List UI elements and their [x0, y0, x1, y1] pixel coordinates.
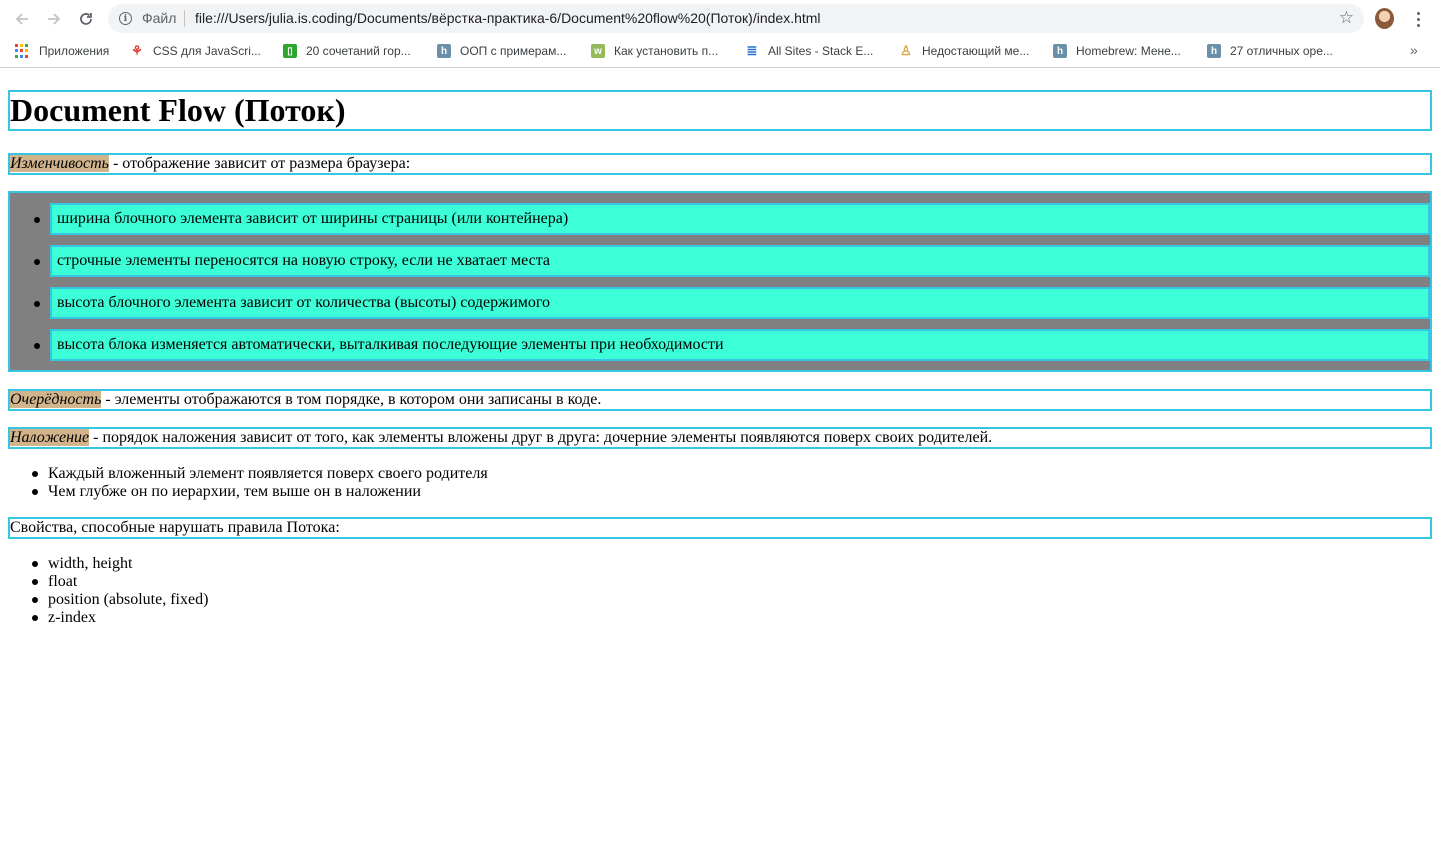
- homebrew-icon: ♙: [900, 43, 912, 58]
- bookmark-label: All Sites - Stack E...: [768, 44, 874, 58]
- stacking-text: - порядок наложения зависит от того, как…: [89, 429, 993, 446]
- back-button[interactable]: [10, 7, 34, 31]
- more-bookmarks-icon[interactable]: »: [1410, 42, 1418, 58]
- address-bar[interactable]: i Файл file:///Users/julia.is.coding/Doc…: [108, 4, 1364, 33]
- properties-list: width, height float position (absolute, …: [31, 555, 209, 627]
- bookmark-item[interactable]: ▯ 20 сочетаний гор...: [283, 37, 411, 65]
- list-item: width, height: [31, 555, 208, 573]
- list-item: высота блока изменяется автоматически, в…: [34, 329, 1430, 361]
- forward-button[interactable]: [42, 7, 66, 31]
- bookmark-item[interactable]: ⚘ CSS для JavaScri...: [130, 37, 261, 65]
- variability-list: ширина блочного элемента зависит от шири…: [8, 191, 1432, 372]
- bookmark-label: 27 отличных оре...: [1230, 44, 1333, 58]
- bookmark-item[interactable]: h Homebrew: Мене...: [1053, 37, 1181, 65]
- bookmark-label: ООП с примерам...: [460, 44, 567, 58]
- list-item: float: [31, 573, 208, 591]
- info-icon[interactable]: i: [119, 12, 132, 25]
- bookmark-label: 20 сочетаний гор...: [306, 44, 411, 58]
- bookmark-label: Homebrew: Мене...: [1076, 44, 1181, 58]
- page-viewport: Document Flow (Поток) Изменчивость - ото…: [0, 69, 1440, 858]
- bookmark-item[interactable]: ≣ All Sites - Stack E...: [745, 37, 874, 65]
- list-item: строчные элементы переносятся на новую с…: [34, 245, 1430, 277]
- order-term: Очерёдность: [10, 391, 102, 408]
- profile-avatar[interactable]: [1375, 8, 1394, 29]
- stackexchange-icon: ≣: [746, 43, 758, 58]
- properties-intro: Свойства, способные нарушать правила Пот…: [8, 517, 1432, 539]
- css-icon: ⚘: [131, 43, 143, 58]
- browser-menu-icon[interactable]: [1410, 7, 1426, 31]
- browser-toolbar: i Файл file:///Users/julia.is.coding/Doc…: [0, 0, 1440, 37]
- list-item: высота блочного элемента зависит от коли…: [34, 287, 1430, 319]
- apps-icon: [15, 44, 29, 58]
- bookmark-star-icon[interactable]: ☆: [1339, 8, 1354, 28]
- bookmark-item[interactable]: h 27 отличных оре...: [1207, 37, 1333, 65]
- bookmark-label: Недостающий ме...: [922, 44, 1030, 58]
- variability-text: - отображение зависит от размера браузер…: [108, 155, 411, 172]
- list-item: Каждый вложенный элемент появляется пове…: [32, 465, 488, 482]
- reload-button[interactable]: [74, 7, 98, 31]
- habr-icon: h: [1207, 44, 1221, 58]
- bookmark-label: CSS для JavaScri...: [153, 44, 261, 58]
- variability-term: Изменчивость: [10, 155, 109, 172]
- bookmark-item[interactable]: h ООП с примерам...: [437, 37, 566, 65]
- list-item: Чем глубже он по иерархии, тем выше он в…: [32, 483, 488, 501]
- habr-icon: h: [1053, 44, 1067, 58]
- bookmark-apps[interactable]: Приложения: [15, 37, 109, 65]
- stacking-paragraph: Наложение - порядок наложения зависит от…: [8, 427, 1432, 449]
- omnibox-divider: [184, 10, 185, 27]
- list-item: z-index: [31, 609, 208, 627]
- list-item: ширина блочного элемента зависит от шири…: [34, 203, 1430, 235]
- order-text: - элементы отображаются в том порядке, в…: [101, 391, 602, 408]
- bookmark-item[interactable]: ♙ Недостающий ме...: [899, 37, 1029, 65]
- keyboard-icon: ▯: [283, 44, 297, 58]
- order-paragraph: Очерёдность - элементы отображаются в то…: [8, 389, 1432, 411]
- reload-icon: [80, 13, 92, 25]
- wikihow-icon: w: [591, 44, 605, 58]
- back-arrow-icon: [15, 13, 28, 25]
- stacking-term: Наложение: [10, 429, 90, 446]
- bookmark-item[interactable]: w Как установить п...: [591, 37, 718, 65]
- habr-icon: h: [437, 44, 451, 58]
- bookmark-label: Как установить п...: [614, 44, 719, 58]
- url-text[interactable]: file:///Users/julia.is.coding/Documents/…: [195, 10, 821, 26]
- variability-paragraph: Изменчивость - отображение зависит от ра…: [8, 153, 1432, 175]
- scheme-label: Файл: [142, 10, 177, 26]
- stacking-list: Каждый вложенный элемент появляется пове…: [32, 465, 488, 501]
- bookmarks-bar: Приложения ⚘ CSS для JavaScri... ▯ 20 со…: [0, 37, 1440, 68]
- list-item: position (absolute, fixed): [31, 591, 209, 608]
- bookmark-label: Приложения: [39, 44, 110, 58]
- forward-arrow-icon: [48, 13, 61, 25]
- page-title: Document Flow (Поток): [8, 90, 1432, 131]
